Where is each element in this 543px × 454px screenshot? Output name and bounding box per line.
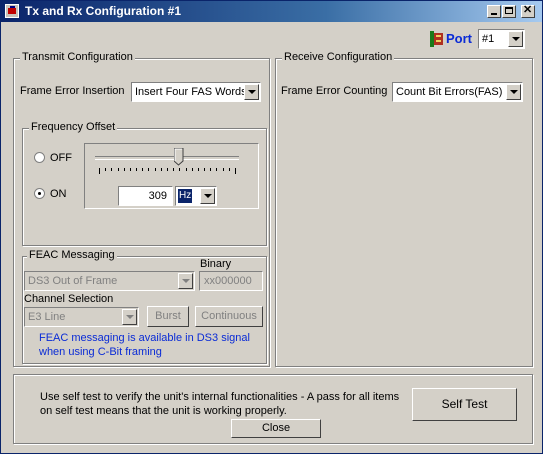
chevron-down-icon[interactable] <box>244 84 259 100</box>
title-bar[interactable]: Tx and Rx Configuration #1 ✕ <box>1 1 542 22</box>
slider-thumb-icon <box>173 147 184 166</box>
frequency-off-label: OFF <box>50 152 72 164</box>
frequency-offset-title: Frequency Offset <box>29 121 118 133</box>
slider-ticks <box>99 168 236 176</box>
transmit-config-title: Transmit Configuration <box>20 51 135 63</box>
close-button[interactable]: Close <box>231 419 321 438</box>
feac-messaging-title: FEAC Messaging <box>27 249 117 261</box>
close-icon: ✕ <box>523 4 533 16</box>
slider-tick <box>118 168 119 171</box>
channel-selection-select[interactable]: E3 Line <box>24 307 139 327</box>
slider-tick <box>216 168 217 171</box>
feac-note-line2: when using C-Bit framing <box>39 346 162 358</box>
feac-note-line1: FEAC messaging is available in DS3 signa… <box>39 332 250 344</box>
maximize-button[interactable] <box>502 5 516 18</box>
slider-thumb[interactable] <box>173 147 184 166</box>
feac-message-select[interactable]: DS3 Out of Frame <box>24 271 195 291</box>
self-test-text-line2: on self test means that the unit is work… <box>40 405 287 417</box>
slider-tick <box>204 168 205 171</box>
chevron-down-icon[interactable] <box>508 31 523 47</box>
chevron-down-icon[interactable] <box>506 84 521 100</box>
slider-tick <box>179 168 180 171</box>
chevron-down-icon[interactable] <box>178 273 193 289</box>
channel-selection-label: Channel Selection <box>24 293 114 305</box>
self-test-button[interactable]: Self Test <box>412 388 517 421</box>
continuous-button[interactable]: Continuous <box>195 306 263 327</box>
minimize-icon <box>491 13 497 15</box>
port-label: Port <box>446 31 472 46</box>
slider-tick <box>186 168 187 171</box>
slider-tick <box>223 168 224 171</box>
binary-label: Binary <box>200 258 232 270</box>
burst-button[interactable]: Burst <box>147 306 189 327</box>
close-window-button[interactable]: ✕ <box>521 4 535 18</box>
frame-error-counting-select[interactable]: Count Bit Errors(FAS) <box>392 82 523 102</box>
frame-error-insertion-label: Frame Error Insertion <box>20 85 125 97</box>
app-icon[interactable] <box>5 4 19 18</box>
slider-track[interactable] <box>95 156 239 160</box>
slider-tick <box>136 168 137 171</box>
slider-tick <box>210 168 211 171</box>
slider-tick <box>99 168 100 174</box>
slider-tick <box>167 168 168 171</box>
slider-tick <box>235 168 236 174</box>
slider-tick <box>148 168 149 171</box>
frequency-value-field[interactable]: 309 <box>118 186 173 206</box>
frame-error-insertion-select[interactable]: Insert Four FAS Words <box>131 82 261 102</box>
receive-config-title: Receive Configuration <box>282 51 395 63</box>
slider-tick <box>161 168 162 171</box>
binary-field[interactable]: xx000000 <box>199 271 263 291</box>
self-test-text-line1: Use self test to verify the unit's inter… <box>40 391 400 403</box>
config-window: Tx and Rx Configuration #1 ✕ Port #1 Tra… <box>0 0 543 454</box>
window-title: Tx and Rx Configuration #1 <box>25 4 182 18</box>
chevron-down-icon[interactable] <box>122 309 137 325</box>
receive-config-group: Receive Configuration <box>275 51 533 367</box>
slider-tick <box>111 168 112 171</box>
frequency-on-label: ON <box>50 188 67 200</box>
slider-tick <box>192 168 193 171</box>
slider-tick <box>130 168 131 171</box>
port-icon <box>430 31 443 47</box>
frame-error-counting-label: Frame Error Counting <box>281 85 388 97</box>
slider-tick <box>142 168 143 171</box>
maximize-icon <box>505 7 513 14</box>
chevron-down-icon[interactable] <box>200 188 215 204</box>
slider-tick <box>124 168 125 171</box>
frequency-on-radio[interactable] <box>34 188 45 199</box>
port-select[interactable]: #1 <box>478 29 525 49</box>
frequency-off-radio[interactable] <box>34 152 45 163</box>
slider-tick <box>155 168 156 171</box>
slider-tick <box>173 168 174 171</box>
minimize-button[interactable] <box>487 5 501 18</box>
frequency-unit-select[interactable]: Hz <box>175 186 217 206</box>
slider-tick <box>105 168 106 171</box>
slider-tick <box>198 168 199 171</box>
slider-tick <box>229 168 230 171</box>
